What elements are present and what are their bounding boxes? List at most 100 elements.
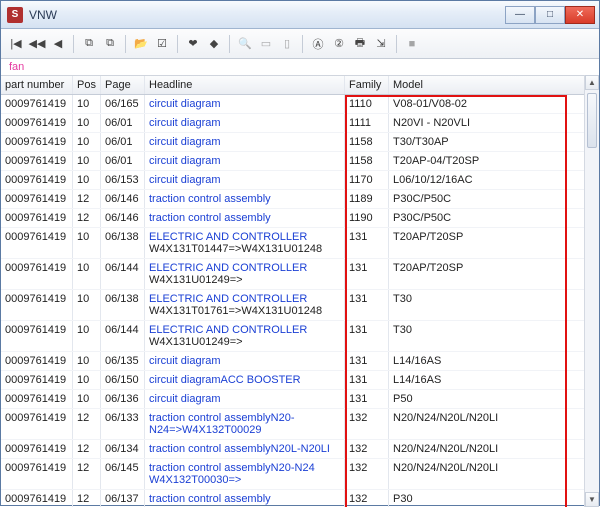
- table-row[interactable]: 00097614191206/134traction control assem…: [1, 440, 599, 459]
- scroll-thumb[interactable]: [587, 93, 597, 148]
- print-icon[interactable]: 🖶: [351, 35, 369, 53]
- tag-red-icon[interactable]: ❤: [184, 35, 202, 53]
- nav-back-icon[interactable]: ◀: [49, 35, 67, 53]
- cell: T20AP-04/T20SP: [389, 152, 599, 170]
- maximize-button[interactable]: □: [535, 6, 565, 24]
- table-row[interactable]: 00097614191206/146traction control assem…: [1, 190, 599, 209]
- headline-link[interactable]: traction control assembly: [149, 493, 271, 505]
- table-row[interactable]: 00097614191006/153circuit diagram1170L06…: [1, 171, 599, 190]
- table-row[interactable]: 00097614191006/01circuit diagram1158T20A…: [1, 152, 599, 171]
- cell: 131: [345, 259, 389, 289]
- cell: 06/134: [101, 440, 145, 458]
- bookmark-next-icon[interactable]: ⧉: [101, 35, 119, 53]
- scroll-down-button[interactable]: ▼: [585, 492, 599, 507]
- table-row[interactable]: 00097614191206/146traction control assem…: [1, 209, 599, 228]
- headline-link[interactable]: ELECTRIC AND CONTROLLER: [149, 262, 307, 274]
- cell: 06/165: [101, 95, 145, 113]
- open-icon[interactable]: 📂: [132, 35, 150, 53]
- headline-link[interactable]: ELECTRIC AND CONTROLLER: [149, 324, 307, 336]
- cell: P30C/P50C: [389, 209, 599, 227]
- table-row[interactable]: 00097614191006/01circuit diagram1111N20V…: [1, 114, 599, 133]
- col-part-number[interactable]: part number: [1, 76, 73, 94]
- cell: 10: [73, 152, 101, 170]
- headline-link[interactable]: traction control assemblyN20L-N20LI: [149, 443, 330, 455]
- cell: 0009761419: [1, 152, 73, 170]
- cell: 0009761419: [1, 459, 73, 489]
- cell: 12: [73, 440, 101, 458]
- cell: 0009761419: [1, 171, 73, 189]
- cell: 0009761419: [1, 409, 73, 439]
- a1-icon[interactable]: Ⓐ: [309, 35, 327, 53]
- cell: circuit diagram: [145, 114, 345, 132]
- table-row[interactable]: 00097614191006/135circuit diagram131L14/…: [1, 352, 599, 371]
- scroll-up-button[interactable]: ▲: [585, 75, 599, 90]
- col-page[interactable]: Page: [101, 76, 145, 94]
- cell: 06/153: [101, 171, 145, 189]
- close-button[interactable]: ✕: [565, 6, 595, 24]
- table-row[interactable]: 00097614191006/144ELECTRIC AND CONTROLLE…: [1, 259, 599, 290]
- headline-link[interactable]: circuit diagram: [149, 174, 221, 186]
- headline-link[interactable]: circuit diagram: [149, 136, 221, 148]
- table-row[interactable]: 00097614191206/137traction control assem…: [1, 490, 599, 507]
- results-grid: part number Pos Page Headline Family Mod…: [1, 75, 599, 507]
- cell: 06/146: [101, 190, 145, 208]
- headline-link[interactable]: traction control assembly: [149, 193, 271, 205]
- notes-icon[interactable]: ☑: [153, 35, 171, 53]
- cell: L14/16AS: [389, 352, 599, 370]
- headline-link[interactable]: traction control assemblyN20-N24 W4X132T…: [149, 462, 315, 486]
- bookmark-prev-icon[interactable]: ⧉: [80, 35, 98, 53]
- cell: 10: [73, 259, 101, 289]
- table-row[interactable]: 00097614191006/01circuit diagram1158T30/…: [1, 133, 599, 152]
- cell: 12: [73, 409, 101, 439]
- export-icon[interactable]: ⇲: [372, 35, 390, 53]
- cell: 10: [73, 114, 101, 132]
- nav-first-icon[interactable]: |◀: [7, 35, 25, 53]
- headline-link[interactable]: traction control assembly: [149, 212, 271, 224]
- col-pos[interactable]: Pos: [73, 76, 101, 94]
- tag-blue-icon[interactable]: ◆: [205, 35, 223, 53]
- a2-icon[interactable]: ②: [330, 35, 348, 53]
- headline-link[interactable]: ELECTRIC AND CONTROLLER: [149, 231, 307, 243]
- table-row[interactable]: 00097614191006/138ELECTRIC AND CONTROLLE…: [1, 290, 599, 321]
- cell: T30: [389, 290, 599, 320]
- headline-link[interactable]: circuit diagram: [149, 117, 221, 129]
- col-model[interactable]: Model: [389, 76, 599, 94]
- cell: traction control assembly: [145, 490, 345, 507]
- grid-header: part number Pos Page Headline Family Mod…: [1, 75, 599, 95]
- headline-link[interactable]: circuit diagram: [149, 98, 221, 110]
- cell: 06/144: [101, 259, 145, 289]
- col-headline[interactable]: Headline: [145, 76, 345, 94]
- cell: 0009761419: [1, 390, 73, 408]
- cell: 06/144: [101, 321, 145, 351]
- minimize-button[interactable]: —: [505, 6, 535, 24]
- table-row[interactable]: 00097614191206/145traction control assem…: [1, 459, 599, 490]
- headline-link[interactable]: circuit diagram: [149, 355, 221, 367]
- table-row[interactable]: 00097614191006/136circuit diagram131P50: [1, 390, 599, 409]
- cell: 0009761419: [1, 95, 73, 113]
- table-row[interactable]: 00097614191006/138ELECTRIC AND CONTROLLE…: [1, 228, 599, 259]
- cell: 12: [73, 490, 101, 507]
- headline-link[interactable]: circuit diagramACC BOOSTER: [149, 374, 301, 386]
- cell: 131: [345, 228, 389, 258]
- cell: 1111: [345, 114, 389, 132]
- table-row[interactable]: 00097614191006/144ELECTRIC AND CONTROLLE…: [1, 321, 599, 352]
- cell: 131: [345, 352, 389, 370]
- headline-link[interactable]: circuit diagram: [149, 393, 221, 405]
- vertical-scrollbar[interactable]: ▲ ▼: [584, 75, 599, 507]
- cell: 1158: [345, 133, 389, 151]
- table-row[interactable]: 00097614191006/165circuit diagram1110V08…: [1, 95, 599, 114]
- cell: L14/16AS: [389, 371, 599, 389]
- cell: traction control assembly: [145, 209, 345, 227]
- grid-rows: 00097614191006/165circuit diagram1110V08…: [1, 95, 599, 507]
- cell: circuit diagram: [145, 352, 345, 370]
- nav-prev-icon[interactable]: ◀◀: [28, 35, 46, 53]
- cell: circuit diagram: [145, 95, 345, 113]
- cell: 06/145: [101, 459, 145, 489]
- col-family[interactable]: Family: [345, 76, 389, 94]
- cell: L06/10/12/16AC: [389, 171, 599, 189]
- headline-link[interactable]: circuit diagram: [149, 155, 221, 167]
- table-row[interactable]: 00097614191006/150circuit diagramACC BOO…: [1, 371, 599, 390]
- headline-link[interactable]: traction control assemblyN20-N24=>W4X132…: [149, 412, 295, 436]
- headline-link[interactable]: ELECTRIC AND CONTROLLER: [149, 293, 307, 305]
- table-row[interactable]: 00097614191206/133traction control assem…: [1, 409, 599, 440]
